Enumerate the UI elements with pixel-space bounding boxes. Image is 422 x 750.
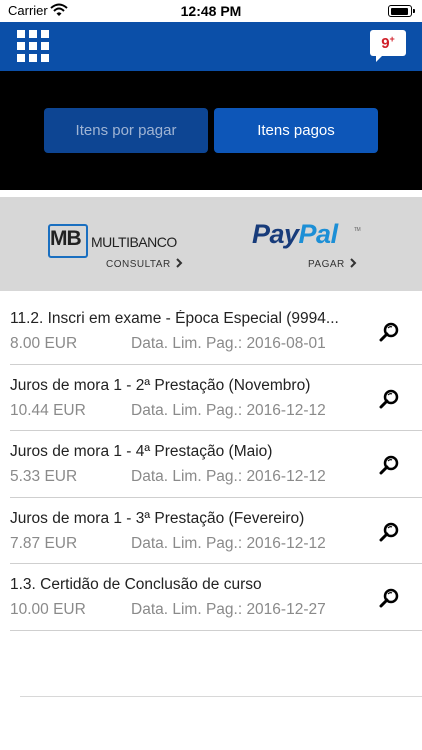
search-icon[interactable] [378, 454, 400, 476]
item-amount: 10.44 EUR [10, 401, 86, 419]
item-due-date: Data. Lim. Pag.: 2016-12-12 [131, 401, 326, 419]
item-due-date: Data. Lim. Pag.: 2016-12-12 [131, 534, 326, 552]
multibanco-consultar-link[interactable]: CONSULTAR [106, 258, 183, 270]
item-title: Juros de mora 1 - 2ª Prestação (Novembro… [10, 376, 311, 394]
item-due-date: Data. Lim. Pag.: 2016-08-01 [131, 335, 326, 352]
item-due-date: Data. Lim. Pag.: 2016-12-27 [131, 601, 326, 618]
items-list: 11.2. Inscri em exame - Época Especial (… [0, 298, 422, 631]
list-item[interactable]: Juros de mora 1 - 4ª Prestação (Maio) 5.… [0, 431, 422, 498]
battery-icon [388, 5, 415, 17]
list-item[interactable]: Juros de mora 1 - 2ª Prestação (Novembro… [0, 365, 422, 431]
tab-itens-por-pagar[interactable]: Itens por pagar [44, 108, 208, 153]
multibanco-logo-letters: MB [50, 227, 82, 250]
list-item[interactable]: Juros de mora 1 - 3ª Prestação (Fevereir… [0, 498, 422, 564]
paypal-pagar-link[interactable]: PAGAR [308, 258, 357, 270]
notification-count: 9+ [381, 34, 395, 52]
grid-menu-icon[interactable] [17, 30, 49, 62]
search-icon[interactable] [378, 587, 400, 609]
item-due-date: Data. Lim. Pag.: 2016-12-12 [131, 468, 326, 485]
multibanco-logo[interactable]: MB MULTIBANCO [48, 222, 183, 262]
chevron-right-icon [350, 258, 357, 268]
item-title: 11.2. Inscri em exame - Época Especial (… [10, 310, 339, 327]
item-amount: 5.33 EUR [10, 468, 78, 485]
item-amount: 10.00 EUR [10, 601, 86, 618]
row-divider [10, 629, 422, 631]
paypal-logo[interactable]: PayPal TM [252, 219, 361, 250]
top-nav-bar: 9+ [0, 22, 422, 71]
item-title: Juros de mora 1 - 4ª Prestação (Maio) [10, 443, 273, 460]
item-title: Juros de mora 1 - 3ª Prestação (Fevereir… [10, 509, 305, 527]
notifications-button[interactable]: 9+ [370, 30, 406, 62]
chevron-right-icon [176, 258, 183, 268]
bottom-divider [20, 696, 422, 697]
list-item[interactable]: 1.3. Certidão de Conclusão de curso 10.0… [0, 564, 422, 631]
list-item[interactable]: 11.2. Inscri em exame - Época Especial (… [0, 298, 422, 365]
status-time: 12:48 PM [180, 3, 242, 19]
item-amount: 7.87 EUR [10, 534, 78, 552]
search-icon[interactable] [378, 388, 400, 410]
status-bar: Carrier 12:48 PM [0, 0, 422, 22]
item-title: 1.3. Certidão de Conclusão de curso [10, 576, 262, 593]
item-amount: 8.00 EUR [10, 335, 78, 352]
tabs-container: Itens por pagar Itens pagos [0, 71, 422, 190]
search-icon[interactable] [378, 521, 400, 543]
search-icon[interactable] [378, 321, 400, 343]
tab-itens-pagos[interactable]: Itens pagos [214, 108, 378, 153]
multibanco-logo-text: MULTIBANCO [91, 234, 177, 250]
payment-options: MB MULTIBANCO CONSULTAR PayPal TM PAGAR [0, 197, 422, 291]
